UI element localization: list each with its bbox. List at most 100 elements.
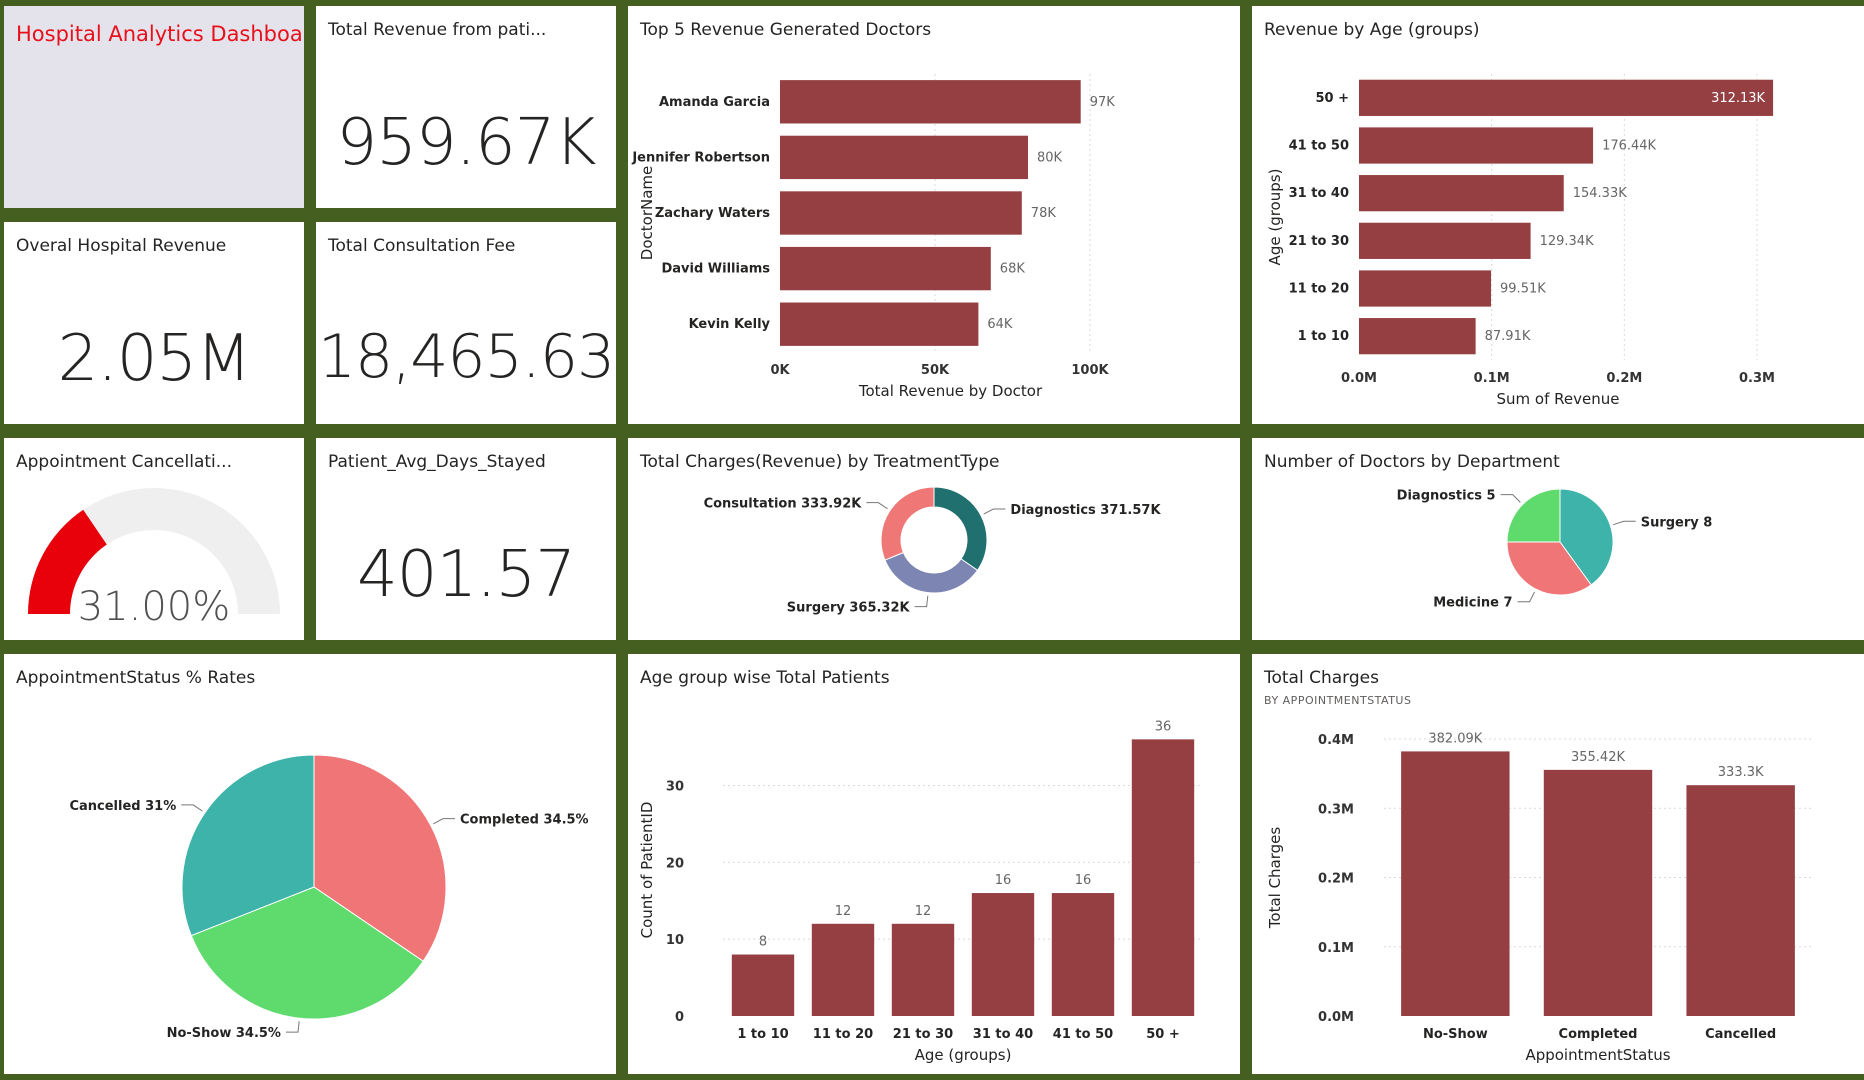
tile-age-patients[interactable]: Age group wise Total Patients 0 10 20 30 8 1 … xyxy=(628,654,1240,1074)
y-tick-label: 0.3M xyxy=(1318,802,1354,817)
pie-slice xyxy=(933,486,988,572)
leader-line xyxy=(914,595,929,608)
bar xyxy=(891,923,955,1016)
category-label: Completed xyxy=(1559,1027,1638,1042)
appointment-status-pie: Completed 34.5% No-Show 34.5% Cancelled 31… xyxy=(69,754,589,1041)
data-label: 87.91K xyxy=(1485,329,1531,344)
card-title: Patient_Avg_Days_Stayed xyxy=(328,452,546,472)
bar xyxy=(780,302,979,346)
x-tick-label: 100K xyxy=(1071,363,1109,378)
gauge-tile[interactable]: Appointment Cancellati... 31.00% xyxy=(4,438,304,640)
leader-line xyxy=(1517,591,1536,603)
card-title: Overal Hospital Revenue xyxy=(16,236,227,256)
doctors-department-pie: Surgery 8 Medicine 7 Diagnostics 5 xyxy=(1397,488,1713,611)
category-label: David Williams xyxy=(661,262,770,277)
y-tick-label: 30 xyxy=(666,779,684,794)
card-total-revenue-patients[interactable]: Total Revenue from pati... 959.67K xyxy=(316,6,616,208)
bar xyxy=(1359,318,1476,355)
data-label: 68K xyxy=(1000,262,1026,277)
leader-line xyxy=(181,804,203,812)
category-label: Cancelled xyxy=(1705,1027,1776,1042)
bar xyxy=(1686,785,1795,1016)
card-title: Total Revenue from pati... xyxy=(328,20,547,40)
data-label: 129.34K xyxy=(1540,234,1594,249)
x-tick-label: 0.3M xyxy=(1739,371,1775,386)
x-tick-label: 0K xyxy=(770,363,790,378)
slice-label: Completed 34.5% xyxy=(460,813,589,828)
y-axis-title: Count of PatientID xyxy=(638,802,656,939)
bar xyxy=(1543,769,1653,1016)
data-label: 36 xyxy=(1155,719,1172,734)
x-tick-label: 0.0M xyxy=(1341,371,1377,386)
data-label: 16 xyxy=(995,873,1012,888)
leader-line xyxy=(433,818,456,825)
card-value: 2.05M xyxy=(57,322,252,396)
pie-slice xyxy=(880,486,935,561)
card-value: 401.57 xyxy=(357,538,576,612)
category-label: 11 to 20 xyxy=(813,1027,873,1042)
y-tick-label: 0.2M xyxy=(1318,872,1354,887)
bar xyxy=(1359,175,1564,212)
y-tick-label: 20 xyxy=(666,856,684,871)
y-axis-title: DoctorName xyxy=(638,166,656,260)
tile-appointment-status[interactable]: AppointmentStatus % Rates Completed 34.5… xyxy=(4,654,616,1074)
y-tick-label: 0 xyxy=(675,1010,684,1025)
tile-top-doctors[interactable]: Top 5 Revenue Generated Doctors 0K 50K 100… xyxy=(628,6,1240,424)
data-label: 64K xyxy=(987,317,1013,332)
x-tick-label: 50K xyxy=(921,363,950,378)
bar xyxy=(1401,751,1510,1016)
category-label: Jennifer Robertson xyxy=(631,150,770,165)
x-axis-title: AppointmentStatus xyxy=(1525,1046,1670,1064)
data-label: 12 xyxy=(915,904,932,919)
card-avg-days[interactable]: Patient_Avg_Days_Stayed 401.57 xyxy=(316,438,616,640)
category-label: 11 to 20 xyxy=(1289,282,1349,297)
leader-line xyxy=(866,502,888,510)
slice-label: Diagnostics 371.57K xyxy=(1010,503,1161,518)
x-axis-title: Age (groups) xyxy=(915,1046,1012,1064)
category-label: 50 + xyxy=(1315,91,1349,106)
tile-doctors-department[interactable]: Number of Doctors by Department Surgery … xyxy=(1252,438,1864,640)
age-revenue-chart: 0.0M 0.1M 0.2M 0.3M 50 + 312.13K 41 to 50 176.4… xyxy=(1266,74,1775,408)
y-axis-title: Age (groups) xyxy=(1266,169,1284,266)
category-label: 41 to 50 xyxy=(1053,1027,1113,1042)
category-label: 31 to 40 xyxy=(973,1027,1033,1042)
bar xyxy=(731,954,795,1016)
y-tick-label: 0.0M xyxy=(1318,1010,1354,1025)
card-value: 959.67K xyxy=(336,106,597,180)
data-label: 80K xyxy=(1037,150,1063,165)
tile-treatment-type[interactable]: Total Charges(Revenue) by TreatmentType … xyxy=(628,438,1240,640)
bar xyxy=(1359,127,1594,164)
leader-line xyxy=(983,508,1006,515)
category-label: Amanda Garcia xyxy=(659,95,770,110)
card-overall-revenue[interactable]: Overal Hospital Revenue 2.05M xyxy=(4,222,304,424)
treatment-type-donut: Diagnostics 371.57K Surgery 365.32K Consul… xyxy=(704,486,1161,616)
bar xyxy=(1359,270,1492,307)
status-charges-chart: 0.0M 0.1M 0.2M 0.3M 0.4M 382.09K No-Show 355.42… xyxy=(1266,731,1812,1064)
category-label: 50 + xyxy=(1146,1027,1180,1042)
slice-label: Surgery 8 xyxy=(1641,515,1713,530)
card-consultation-fee[interactable]: Total Consultation Fee 18,465.63 xyxy=(316,222,616,424)
tile-status-charges[interactable]: Total Charges BY APPOINTMENTSTATUS 0.0M 0… xyxy=(1252,654,1864,1074)
leader-line xyxy=(1613,520,1636,526)
leader-line xyxy=(1500,494,1521,503)
gauge-value-label: 31.00% xyxy=(77,584,231,630)
y-tick-label: 0.4M xyxy=(1318,733,1354,748)
slice-label: Consultation 333.92K xyxy=(704,497,863,512)
slice-label: No-Show 34.5% xyxy=(167,1026,281,1041)
bar xyxy=(1051,893,1115,1016)
data-label: 8 xyxy=(759,935,767,950)
bar xyxy=(971,893,1035,1016)
category-label: 41 to 50 xyxy=(1289,139,1349,154)
x-axis-title: Total Revenue by Doctor xyxy=(858,382,1043,400)
y-tick-label: 10 xyxy=(666,933,684,948)
category-label: 21 to 30 xyxy=(1289,234,1349,249)
bar xyxy=(780,135,1028,180)
data-label: 78K xyxy=(1031,206,1057,221)
data-label: 12 xyxy=(835,904,852,919)
slice-label: Medicine 7 xyxy=(1433,596,1512,611)
y-axis-title: Total Charges xyxy=(1266,827,1284,930)
data-label: 382.09K xyxy=(1428,731,1482,746)
category-label: No-Show xyxy=(1423,1027,1488,1042)
tile-age-revenue[interactable]: Revenue by Age (groups) 0.0M 0.1M 0.2M 0.3M… xyxy=(1252,6,1864,424)
title-tile: Hospital Analytics Dashboard xyxy=(4,6,304,208)
